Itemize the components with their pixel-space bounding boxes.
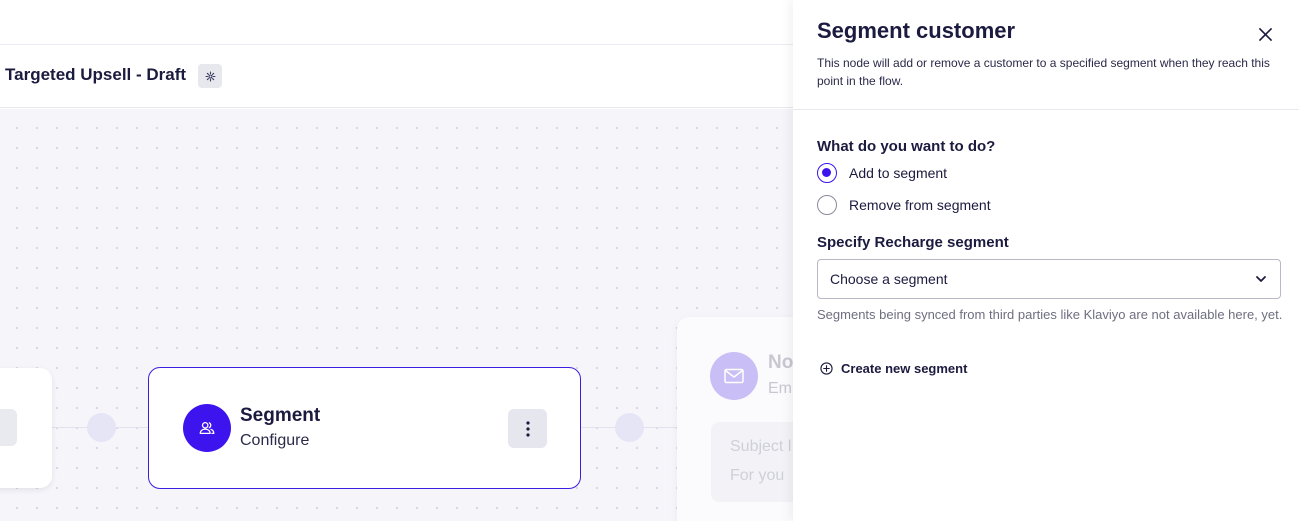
email-preview-subject: Subject l — [730, 438, 792, 455]
flow-title: Targeted Upsell - Draft — [5, 65, 187, 84]
add-to-segment-label: Add to segment — [849, 165, 948, 181]
segment-helper-text: Segments being synced from third parties… — [817, 307, 1283, 322]
email-preview: Subject l For you — [711, 422, 793, 502]
email-node[interactable]: No Em Subject l For you — [677, 317, 793, 521]
mail-icon — [724, 368, 744, 384]
gear-icon — [204, 70, 216, 82]
email-node-title: No — [768, 352, 793, 373]
segment-node-menu-button[interactable] — [508, 409, 547, 448]
flow-settings-button[interactable] — [198, 64, 222, 88]
flow-title-bar: Targeted Upsell - Draft — [0, 45, 793, 108]
chevron-down-icon — [1256, 276, 1266, 282]
email-node-icon — [710, 352, 758, 400]
email-node-subtitle: Em — [768, 380, 792, 397]
plus-circle-icon — [820, 361, 833, 375]
previous-node[interactable] — [0, 368, 52, 488]
remove-from-segment-option[interactable]: Remove from segment — [817, 195, 991, 215]
close-button[interactable] — [1255, 24, 1275, 44]
flow-canvas[interactable]: Segment Configure No Em Subject l For yo… — [0, 109, 793, 521]
segment-select-label: Specify Recharge segment — [817, 234, 1009, 251]
kebab-icon — [525, 420, 530, 437]
segment-customer-panel: Segment customer This node will add or r… — [793, 0, 1299, 521]
add-to-segment-radio[interactable] — [817, 163, 837, 183]
top-bar — [0, 0, 793, 45]
add-node-connector[interactable] — [615, 413, 644, 442]
panel-title: Segment customer — [817, 18, 1016, 43]
previous-node-menu-button[interactable] — [0, 409, 17, 446]
panel-description: This node will add or remove a customer … — [817, 56, 1270, 88]
segment-node-subtitle: Configure — [240, 432, 310, 449]
segment-select[interactable]: Choose a segment — [817, 259, 1281, 299]
segment-node[interactable]: Segment Configure — [148, 367, 581, 489]
add-to-segment-option[interactable]: Add to segment — [817, 163, 947, 183]
create-new-segment-link[interactable]: Create new segment — [820, 358, 967, 378]
segment-node-icon — [183, 404, 231, 452]
segment-node-title: Segment — [240, 405, 321, 426]
segment-select-value: Choose a segment — [830, 271, 948, 287]
action-question-label: What do you want to do? — [817, 138, 996, 155]
create-new-segment-label: Create new segment — [841, 360, 968, 376]
remove-from-segment-label: Remove from segment — [849, 197, 991, 213]
users-icon — [199, 421, 215, 435]
close-icon — [1258, 27, 1272, 41]
panel-header: Segment customer This node will add or r… — [793, 0, 1299, 110]
add-node-connector[interactable] — [87, 413, 116, 442]
remove-from-segment-radio[interactable] — [817, 195, 837, 215]
email-preview-body: For you — [730, 467, 785, 484]
